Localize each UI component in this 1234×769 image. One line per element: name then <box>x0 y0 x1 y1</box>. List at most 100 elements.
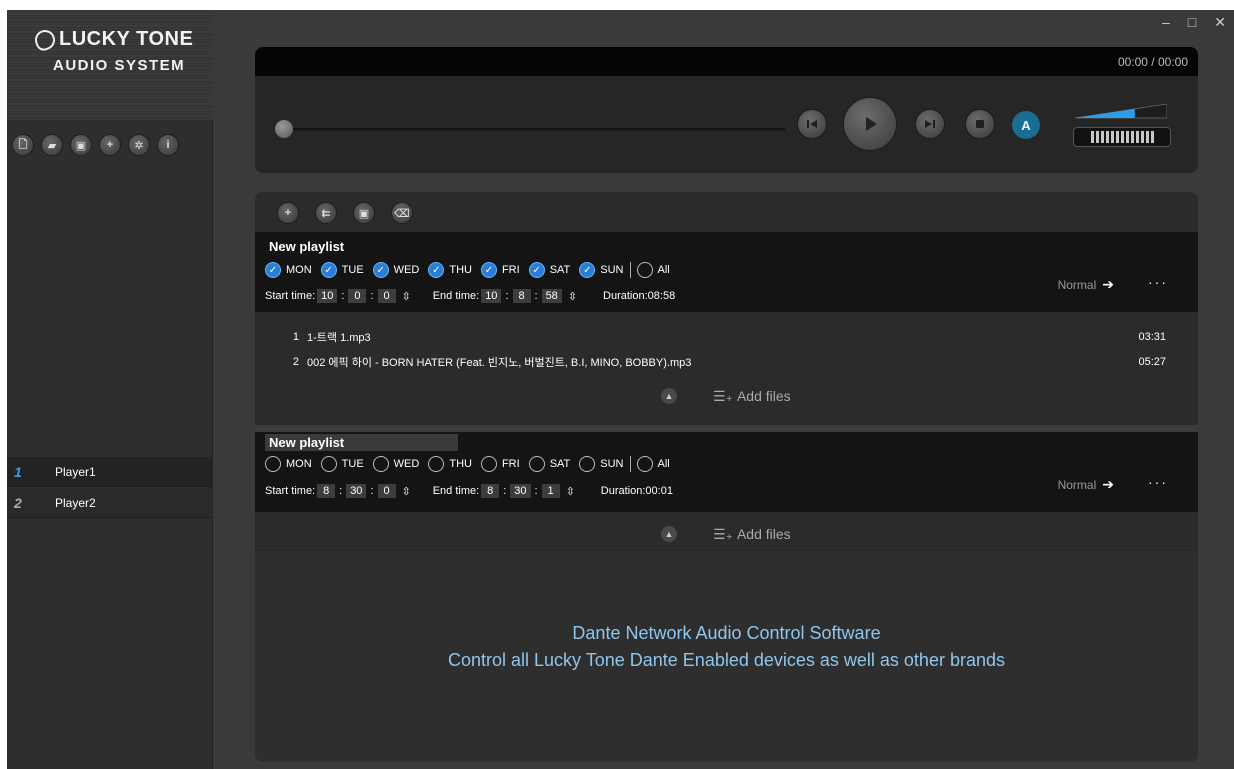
day-label: WED <box>393 264 420 276</box>
spinner-icon[interactable]: ⇳ <box>402 290 411 303</box>
mode-label: Normal <box>1057 277 1097 292</box>
start-hour[interactable]: 8 <box>317 484 336 498</box>
day-all[interactable]: All <box>636 262 670 278</box>
day-mon[interactable]: ✓ MON <box>265 262 312 278</box>
add-files-button[interactable]: ☰₊ Add files <box>713 388 791 405</box>
seek-bar[interactable] <box>279 128 785 131</box>
day-fri[interactable]: FRI <box>480 456 520 472</box>
promo-text: Dante Network Audio Control Software Con… <box>255 620 1198 674</box>
save-icon[interactable]: ▣ <box>70 134 92 156</box>
minimize-icon[interactable]: – <box>1162 14 1170 31</box>
volume-meter[interactable] <box>1073 127 1171 147</box>
collapse-icon[interactable]: ▲ <box>661 526 677 542</box>
end-second[interactable]: 58 <box>541 289 562 303</box>
end-hour[interactable]: 8 <box>481 484 500 498</box>
add-files-button[interactable]: ☰₊ Add files <box>713 526 791 543</box>
track-name: 1-트랙 1.mp3 <box>307 332 371 344</box>
check-off-icon <box>480 456 497 472</box>
day-tue[interactable]: ✓ TUE <box>320 262 364 278</box>
add-files-label: Add files <box>736 526 791 542</box>
day-fri[interactable]: ✓ FRI <box>480 262 520 278</box>
new-file-icon[interactable]: 🗋 <box>12 134 34 156</box>
more-options-icon[interactable]: ··· <box>1148 474 1168 490</box>
start-second[interactable]: 0 <box>377 289 396 303</box>
list-item[interactable]: 1 1-트랙 1.mp3 03:31 <box>255 326 1198 348</box>
open-folder-icon[interactable]: ▰ <box>41 134 63 156</box>
day-all[interactable]: All <box>636 456 670 472</box>
spinner-icon[interactable]: ⇳ <box>566 485 575 498</box>
clear-icon[interactable]: ⌫ <box>391 202 413 224</box>
maximize-icon[interactable]: □ <box>1188 14 1196 31</box>
start-second[interactable]: 0 <box>377 484 396 498</box>
play-mode[interactable]: Normal ➔ <box>1058 276 1114 293</box>
day-mon[interactable]: MON <box>265 456 312 472</box>
player-label: Player1 <box>55 464 96 479</box>
app-window: LUCKY TONE AUDIO SYSTEM 🗋 ▰ ▣ + ✲ i 1 Pl… <box>7 10 1234 769</box>
day-label: TUE <box>341 264 364 276</box>
next-button[interactable] <box>915 109 945 139</box>
time-bar: 00:00 / 00:00 <box>255 47 1198 76</box>
day-wed[interactable]: WED <box>372 456 419 472</box>
end-time-label: End time: <box>432 485 480 497</box>
auto-mode-button[interactable]: A <box>1012 111 1040 139</box>
collapse-icon[interactable]: ▲ <box>661 388 677 404</box>
spinner-icon[interactable]: ⇳ <box>568 290 577 303</box>
spinner-icon[interactable]: ⇳ <box>402 485 411 498</box>
playlists-panel: + ⇇ ▣ ⌫ New playlist ✓ MON ✓ TUE ✓ WED ✓ THU… <box>255 192 1198 762</box>
stop-icon <box>976 120 984 128</box>
seek-handle[interactable] <box>275 120 293 138</box>
stop-button[interactable] <box>965 109 995 139</box>
settings-icon[interactable]: ✲ <box>128 134 150 156</box>
time-display: 00:00 / 00:00 <box>1117 55 1188 69</box>
day-label: SUN <box>600 458 624 470</box>
playlist-title-editing[interactable]: New playlist <box>265 434 458 451</box>
more-options-icon[interactable]: ··· <box>1148 274 1168 290</box>
player-number: 1 <box>14 463 22 480</box>
close-icon[interactable]: ✕ <box>1214 14 1226 31</box>
day-sun[interactable]: SUN <box>579 456 624 472</box>
arrow-right-icon: ➔ <box>1102 476 1114 492</box>
check-on-icon: ✓ <box>428 262 445 278</box>
day-tue[interactable]: TUE <box>320 456 364 472</box>
info-icon[interactable]: i <box>157 134 179 156</box>
start-minute[interactable]: 0 <box>348 289 367 303</box>
add-playlist-icon[interactable]: + <box>277 202 299 224</box>
day-selector: MON TUE WED THU FRI SAT SUN All <box>265 456 679 472</box>
track-number: 1 <box>292 331 299 343</box>
previous-button[interactable] <box>797 109 827 139</box>
sidebar-item-player2[interactable]: 2 Player2 <box>7 488 213 518</box>
check-on-icon: ✓ <box>372 262 389 278</box>
day-sat[interactable]: ✓ SAT <box>528 262 571 278</box>
play-icon <box>866 117 877 131</box>
duration-label: Duration:08:58 <box>603 290 676 302</box>
day-sun[interactable]: ✓ SUN <box>579 262 624 278</box>
day-thu[interactable]: ✓ THU <box>428 262 472 278</box>
day-thu[interactable]: THU <box>428 456 472 472</box>
add-icon[interactable]: + <box>99 134 121 156</box>
sidebar-item-player1[interactable]: 1 Player1 <box>7 457 213 487</box>
day-sat[interactable]: SAT <box>528 456 570 472</box>
import-icon[interactable]: ⇇ <box>315 202 337 224</box>
day-selector: ✓ MON ✓ TUE ✓ WED ✓ THU ✓ FRI ✓ SAT ✓ SUN All <box>265 262 679 278</box>
day-label: SAT <box>549 264 571 276</box>
check-off-icon <box>636 456 653 472</box>
check-on-icon: ✓ <box>265 262 281 278</box>
end-hour[interactable]: 10 <box>481 289 502 303</box>
check-on-icon: ✓ <box>320 262 337 278</box>
day-label: THU <box>449 458 472 470</box>
day-wed[interactable]: ✓ WED <box>372 262 420 278</box>
end-second[interactable]: 1 <box>541 484 560 498</box>
check-off-icon <box>320 456 337 472</box>
end-minute[interactable]: 30 <box>510 484 531 498</box>
list-item[interactable]: 2 002 에픽 하이 - BORN HATER (Feat. 빈지노, 버벌진… <box>255 351 1198 373</box>
add-list-icon: ☰₊ <box>713 525 733 542</box>
play-mode[interactable]: Normal ➔ <box>1058 476 1114 493</box>
day-label: FRI <box>501 458 520 470</box>
start-minute[interactable]: 30 <box>346 484 367 498</box>
volume-slider[interactable] <box>1075 103 1167 119</box>
save-playlist-icon[interactable]: ▣ <box>353 202 375 224</box>
end-minute[interactable]: 8 <box>512 289 531 303</box>
play-button[interactable] <box>843 97 897 151</box>
playlist-title[interactable]: New playlist <box>269 239 344 254</box>
start-hour[interactable]: 10 <box>317 289 338 303</box>
